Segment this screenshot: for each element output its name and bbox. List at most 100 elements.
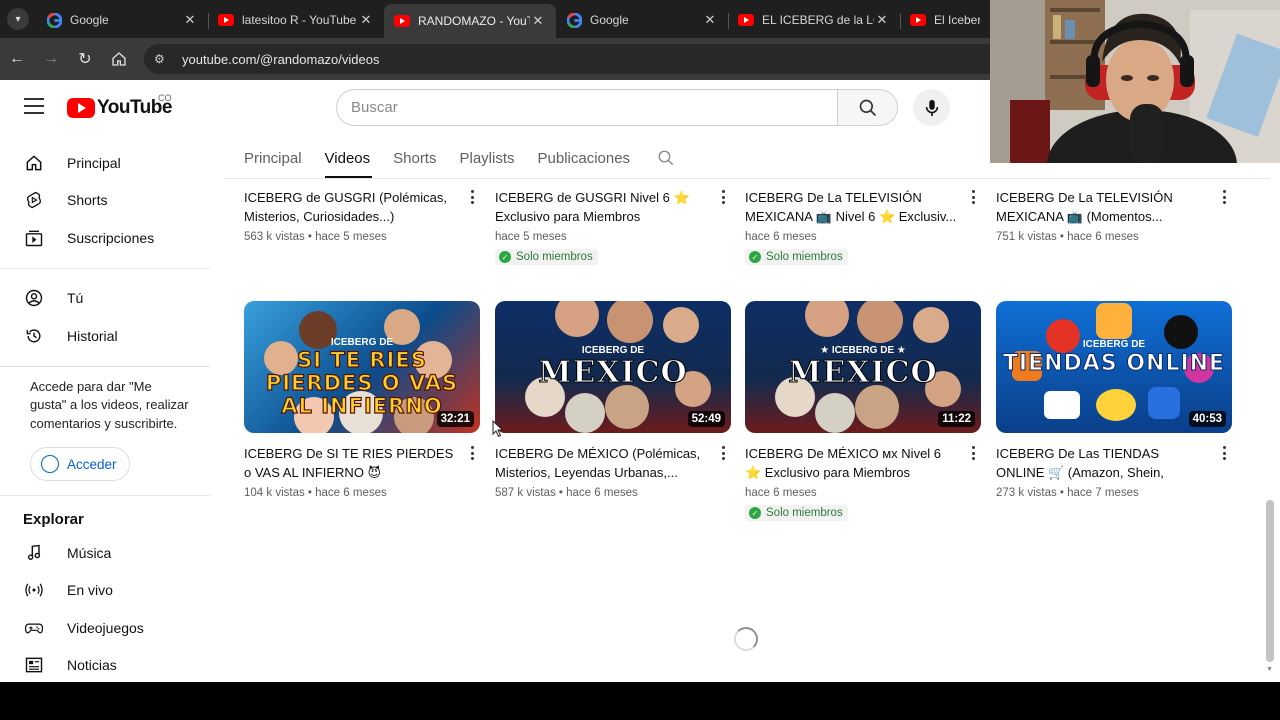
video-meta: 273 k vistas • hace 7 meses <box>996 487 1139 499</box>
video-title[interactable]: ICEBERG De La TELEVISIÓN MEXICANA 📺 (Mom… <box>996 188 1210 226</box>
address-bar[interactable]: ⚙ youtube.com/@randomazo/videos <box>144 44 1004 74</box>
sidebar-item-suscripciones[interactable]: Suscripciones <box>0 219 210 257</box>
sidebar-item-t-[interactable]: Tú <box>0 280 210 318</box>
video-card[interactable]: 1:00:39ICEBERG De La TELEVISIÓN MEXICANA… <box>996 179 1232 243</box>
search-button[interactable] <box>838 89 898 126</box>
store-icon <box>1148 387 1180 419</box>
members-only-label: Solo miembros <box>766 507 843 519</box>
sidebar-item-m-sica[interactable]: Música <box>0 534 210 572</box>
browser-tab[interactable]: Google ✕ <box>36 4 209 36</box>
explore-heading: Explorar <box>23 510 84 528</box>
video-title[interactable]: ICEBERG de GUSGRI Nivel 6 ⭐ Exclusivo pa… <box>495 188 709 226</box>
close-icon[interactable]: ✕ <box>874 12 890 28</box>
video-meta: hace 6 meses <box>745 231 817 243</box>
browser-tab[interactable]: El Iceberg d <box>900 4 991 36</box>
sidebar-explore-section: Música En vivo Videojuegos Noticias <box>0 534 210 682</box>
sidebar-item-shorts[interactable]: Shorts <box>0 182 210 220</box>
sidebar-item-label: Noticias <box>67 657 117 674</box>
youtube-favicon-icon <box>738 12 754 28</box>
video-title[interactable]: ICEBERG De Las TIENDAS ONLINE 🛒 (Amazon,… <box>996 444 1210 482</box>
video-thumbnail[interactable]: ICEBERG DE SI TE RIES PIERDES O VAS AL IN… <box>244 301 480 433</box>
close-icon[interactable]: ✕ <box>182 12 198 28</box>
signin-button[interactable]: Acceder <box>30 447 130 481</box>
more-options-icon[interactable] <box>464 443 480 463</box>
close-icon[interactable]: ✕ <box>358 12 374 28</box>
video-card[interactable]: GUSGRI11:26ICEBERG de GUSGRI Nivel 6 ⭐ E… <box>495 179 731 265</box>
sidebar-item-en-vivo[interactable]: En vivo <box>0 572 210 610</box>
loading-spinner <box>734 627 758 651</box>
more-options-icon[interactable] <box>1216 443 1232 463</box>
more-options-icon[interactable] <box>464 187 480 207</box>
tab-principal[interactable]: Principal <box>244 146 302 170</box>
video-thumbnail[interactable]: ★ ICEBERG DE ★ MEXICO 11:22 <box>745 301 981 433</box>
thumbnail-face <box>555 301 599 337</box>
google-favicon-icon <box>566 12 582 28</box>
reload-icon: ↻ <box>78 51 92 68</box>
browser-tab[interactable]: EL ICEBERG de la LOS✕ <box>728 4 901 36</box>
sidebar-divider <box>0 365 210 367</box>
gamepad-icon <box>24 618 44 638</box>
checkmark-icon: ✓ <box>749 251 761 263</box>
sidebar-item-label: Shorts <box>67 192 108 209</box>
video-title[interactable]: ICEBERG De MÉXICO (Polémicas, Misterios,… <box>495 444 709 482</box>
sidebar-item-videojuegos[interactable]: Videojuegos <box>0 609 210 647</box>
back-button[interactable]: ← <box>0 38 34 80</box>
voice-search-button[interactable] <box>913 89 950 126</box>
reload-button[interactable]: ↻ <box>68 38 102 80</box>
subscriptions-icon <box>24 228 44 248</box>
video-card[interactable]: ★ ICEBERG DE ★ MEXICO 11:22 ICEBERG De MÉXI… <box>745 301 981 521</box>
tab-videos[interactable]: Videos <box>325 146 371 170</box>
google-favicon-icon <box>46 12 62 28</box>
sidebar-item-historial[interactable]: Historial <box>0 317 210 355</box>
tab-publicaciones[interactable]: Publicaciones <box>538 146 631 170</box>
video-card[interactable]: Televisa18:19ICEBERG De La TELEVISIÓN ME… <box>745 179 981 265</box>
site-info-icon[interactable]: ⚙ <box>154 52 174 66</box>
video-card[interactable]: ICEBERG DE TIENDAS ONLINE 40:53 ICEBERG De … <box>996 301 1232 499</box>
thumbnail-subtext: ICEBERG DE <box>330 337 394 348</box>
forward-button[interactable]: → <box>34 38 68 80</box>
browser-tab[interactable]: latesitoo R - YouTube ✕ <box>208 4 385 36</box>
video-title[interactable]: ICEBERG De La TELEVISIÓN MEXICANA 📺 Nive… <box>745 188 959 226</box>
more-options-icon[interactable] <box>965 443 981 463</box>
sidebar-divider <box>0 495 210 496</box>
browser-tab[interactable]: RANDOMAZO - YouT ✕ <box>384 4 556 38</box>
close-icon[interactable]: ✕ <box>530 13 546 29</box>
tab-shorts[interactable]: Shorts <box>393 146 436 170</box>
scroll-down-icon[interactable]: ▼ <box>1266 666 1274 674</box>
menu-icon[interactable] <box>24 98 44 114</box>
tab-playlists[interactable]: Playlists <box>459 146 514 170</box>
youtube-logo[interactable]: YouTube CO <box>67 93 172 119</box>
video-thumbnail[interactable]: ICEBERG DE TIENDAS ONLINE 40:53 <box>996 301 1232 433</box>
channel-search-button[interactable] <box>657 146 675 170</box>
sidebar-item-principal[interactable]: Principal <box>0 144 210 182</box>
more-options-icon[interactable] <box>715 443 731 463</box>
video-card[interactable]: ICEBERG DE SI TE RIES PIERDES O VAS AL IN… <box>244 301 480 499</box>
more-options-icon[interactable] <box>1216 187 1232 207</box>
youtube-page: YouTube CO Buscar Principal Shorts Suscrip… <box>0 80 1280 682</box>
video-title[interactable]: ICEBERG de GUSGRI (Polémicas, Misterios,… <box>244 188 458 226</box>
tab-search-button[interactable]: ▾ <box>0 0 36 38</box>
user-circle-icon <box>24 288 44 308</box>
url-text: youtube.com/@randomazo/videos <box>182 51 380 67</box>
more-options-icon[interactable] <box>715 187 731 207</box>
video-title[interactable]: ICEBERG De MÉXICO ᴍx Nivel 6 ⭐ Exclusivo… <box>745 444 959 482</box>
video-duration: 52:49 <box>687 411 725 427</box>
video-card[interactable]: ICEBERG DE MEXICO 52:49 ICEBERG De MÉXICO (… <box>495 301 731 499</box>
more-options-icon[interactable] <box>965 187 981 207</box>
page-scrollbar[interactable] <box>1266 500 1274 662</box>
amazon-logo-icon <box>1096 303 1132 339</box>
sidebar-item-noticias[interactable]: Noticias <box>0 647 210 683</box>
video-title[interactable]: ICEBERG De SI TE RIES PIERDES o VAS AL I… <box>244 444 458 482</box>
thumbnail-face <box>605 385 649 429</box>
search-input[interactable]: Buscar <box>336 89 838 126</box>
video-card[interactable]: GUSGRI41:09ICEBERG de GUSGRI (Polémicas,… <box>244 179 480 243</box>
home-icon <box>24 153 44 173</box>
sidebar-item-label: Música <box>67 544 112 561</box>
browser-tab[interactable]: Google ✕ <box>556 4 729 36</box>
home-button[interactable] <box>102 38 136 80</box>
video-thumbnail[interactable]: ICEBERG DE MEXICO 52:49 <box>495 301 731 433</box>
screen: ▾ Google ✕ latesitoo R - YouTube ✕ RANDOMAZO… <box>0 0 1280 720</box>
close-icon[interactable]: ✕ <box>702 12 718 28</box>
members-only-badge: ✓ Solo miembros <box>495 249 598 265</box>
thumbnail-text: SI TE RIES PIERDES O VAS AL INFIERNO <box>265 348 459 418</box>
